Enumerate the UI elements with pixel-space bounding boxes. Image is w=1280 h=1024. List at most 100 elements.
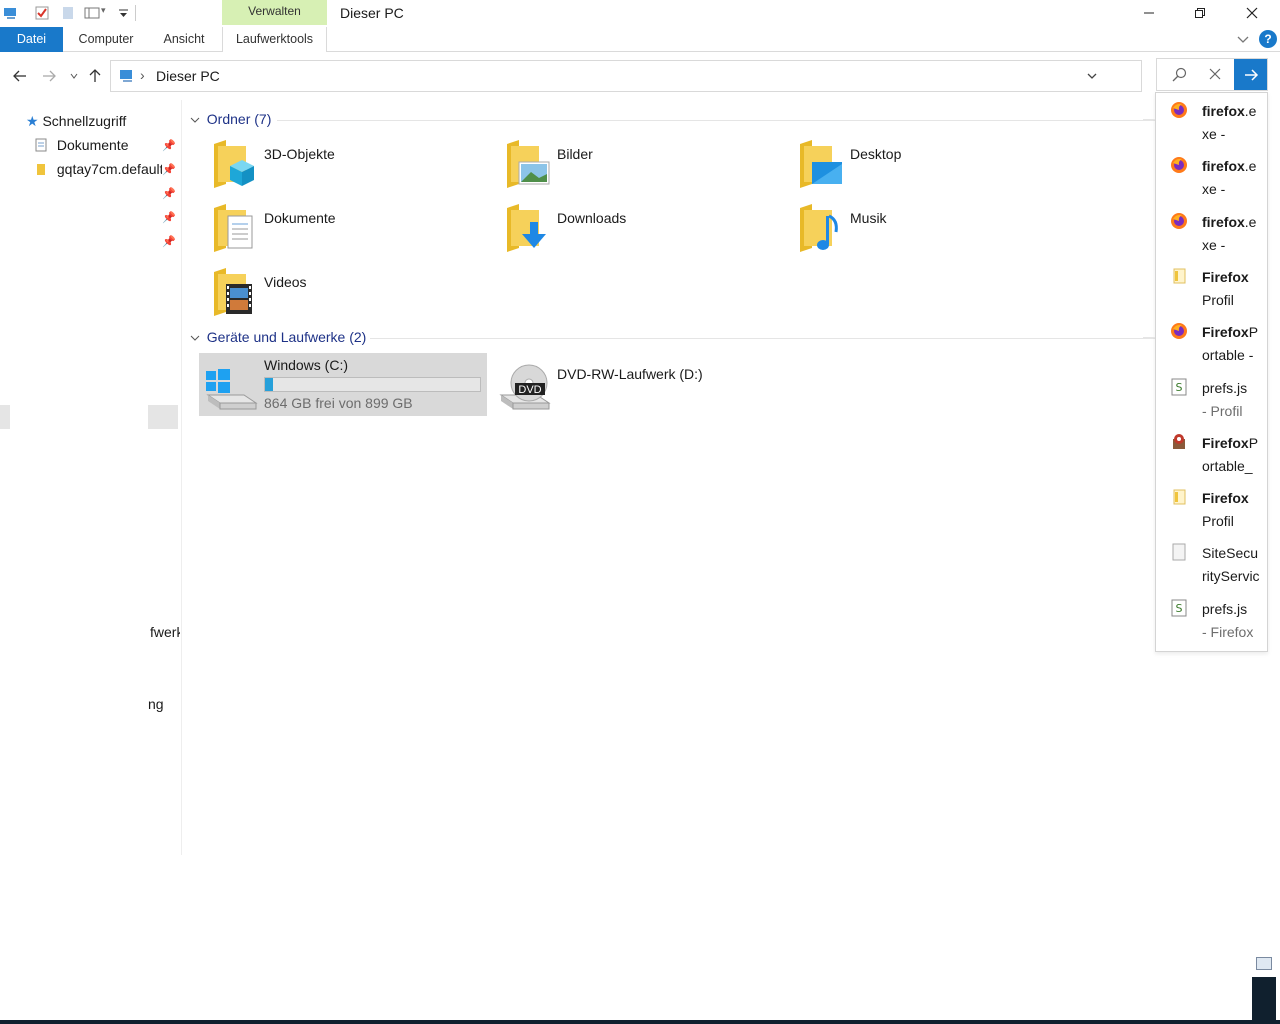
js-file-icon: S — [1170, 599, 1188, 617]
nav-item-dokumente[interactable]: Dokumente — [34, 134, 128, 156]
group-divider — [277, 120, 1157, 121]
downloads-folder-icon — [507, 204, 546, 252]
tab-ansicht[interactable]: Ansicht — [150, 27, 218, 52]
search-result-title: FirefoxP — [1202, 435, 1258, 451]
firefox-icon — [1170, 322, 1188, 340]
star-icon: ★ — [26, 113, 39, 129]
new-folder-icon[interactable] — [60, 5, 76, 21]
pictures-folder-icon — [507, 140, 550, 188]
search-result-item[interactable]: Firefox Profil — [1156, 482, 1267, 537]
search-match-highlight: Firefox — [1202, 490, 1249, 507]
dvd-drive-icon: DVD — [499, 364, 551, 410]
folders-group-header[interactable]: Ordner (7) — [190, 111, 271, 127]
drive-d[interactable]: DVD DVD-RW-Laufwerk (D:) — [492, 353, 782, 416]
drive-free-space: 864 GB frei von 899 GB — [264, 395, 413, 411]
folder-icon — [37, 164, 45, 175]
search-result-item[interactable]: FirefoxP ortable - — [1156, 316, 1267, 371]
view-dropdown-icon[interactable]: ▾ — [101, 5, 117, 21]
search-result-title-rest: .e — [1244, 103, 1257, 119]
this-pc-icon[interactable] — [2, 5, 18, 21]
minimize-button[interactable] — [1126, 0, 1172, 26]
window-title: Dieser PC — [340, 5, 404, 21]
forward-button[interactable] — [39, 66, 59, 86]
folder-3d-objekte[interactable]: 3D-Objekte — [212, 138, 502, 198]
pin-icon[interactable]: 📌 — [162, 163, 176, 176]
search-result-item[interactable]: firefox.e xe - — [1156, 206, 1267, 261]
breadcrumb-separator[interactable]: › — [140, 67, 145, 83]
nav-item-fragment[interactable]: ng — [148, 696, 178, 712]
search-result-subtitle: xe - — [1202, 126, 1226, 142]
search-result-title: SiteSecu — [1202, 545, 1258, 561]
restore-button[interactable] — [1177, 0, 1223, 26]
tab-computer[interactable]: Computer — [70, 27, 142, 52]
search-result-item[interactable]: Sprefs.js - Firefox — [1156, 593, 1267, 648]
recent-locations-icon[interactable] — [64, 66, 84, 86]
desktop-folder-icon — [800, 140, 842, 188]
help-icon[interactable]: ? — [1259, 30, 1277, 48]
search-result-subtitle: Profil — [1202, 291, 1234, 308]
pin-icon[interactable]: 📌 — [162, 139, 176, 152]
nav-item-fragment[interactable]: fwerk — [150, 624, 180, 640]
folder-label: Videos — [264, 274, 307, 290]
documents-folder-icon — [214, 204, 253, 252]
search-result-title: firefox.e — [1202, 158, 1256, 174]
nav-item-profile[interactable]: gqtay7cm.default — [34, 158, 162, 180]
breadcrumb-this-pc[interactable]: Dieser PC — [156, 68, 220, 84]
search-result-item[interactable]: Sprefs.js - Profil — [1156, 372, 1267, 427]
group-divider — [1143, 119, 1155, 120]
search-result-item[interactable]: Firefox Profil — [1156, 261, 1267, 316]
customize-qat-icon[interactable] — [116, 5, 132, 21]
clear-search-icon[interactable] — [1209, 68, 1221, 83]
search-result-item[interactable]: FirefoxP ortable_ — [1156, 427, 1267, 482]
firefox-icon — [1170, 156, 1188, 174]
search-match-highlight: Firefox — [1202, 324, 1249, 341]
pin-icon[interactable]: 📌 — [162, 211, 176, 224]
back-button[interactable] — [10, 66, 30, 86]
folder-label: Downloads — [557, 210, 627, 226]
search-result-title-rest: P — [1248, 434, 1259, 451]
search-result-item[interactable]: firefox.e xe - — [1156, 150, 1267, 205]
up-button[interactable] — [85, 66, 105, 86]
search-result-item[interactable]: SiteSecu rityServic — [1156, 537, 1267, 592]
search-result-item[interactable]: firefox.e xe - — [1156, 95, 1267, 150]
js-file-icon: S — [1170, 378, 1188, 396]
folder-videos[interactable]: Videos — [212, 266, 502, 326]
folder-label: Desktop — [850, 146, 902, 162]
videos-folder-icon — [214, 268, 252, 316]
expand-ribbon-icon[interactable] — [1236, 32, 1252, 48]
search-input[interactable] — [1156, 58, 1268, 91]
folder-downloads[interactable]: Downloads — [505, 202, 795, 262]
folder-label: 3D-Objekte — [264, 146, 335, 162]
taskbar-corner — [1252, 977, 1276, 1020]
close-button[interactable] — [1229, 0, 1275, 26]
preview-pane-icon[interactable] — [1256, 957, 1272, 970]
search-result-title: Firefox — [1202, 490, 1249, 506]
pin-icon[interactable]: 📌 — [162, 235, 176, 248]
search-go-button[interactable] — [1234, 59, 1267, 90]
address-bar[interactable]: › Dieser PC ↻ — [110, 60, 1241, 92]
properties-icon[interactable] — [34, 5, 50, 21]
main-content: Ordner (7) 3D-Objekte Bilder Desktop Dok… — [182, 100, 1157, 860]
view-icon[interactable] — [84, 5, 100, 21]
drive-label: Windows (C:) — [264, 357, 349, 373]
folder-label: Bilder — [557, 146, 593, 162]
search-match-highlight: firefox — [1202, 158, 1245, 175]
devices-group-header[interactable]: Geräte und Laufwerke (2) — [190, 329, 366, 345]
drive-c[interactable]: Windows (C:) 864 GB frei von 899 GB — [199, 353, 487, 416]
nav-quick-access[interactable]: ★ Schnellzugriff — [26, 110, 126, 132]
search-result-title-rest: SiteSecu — [1202, 545, 1259, 562]
search-result-title-rest: .e — [1244, 158, 1257, 175]
tab-datei[interactable]: Datei — [0, 27, 63, 52]
firefox-icon — [1170, 101, 1188, 119]
ribbon-tabs: Datei Computer Ansicht Laufwerktools ? — [0, 27, 1280, 52]
folder-bilder[interactable]: Bilder — [505, 138, 795, 198]
address-history-icon[interactable] — [1086, 70, 1098, 85]
tab-laufwerktools[interactable]: Laufwerktools — [222, 27, 327, 52]
folder-desktop[interactable]: Desktop — [798, 138, 1088, 198]
search-result-title: firefox.e — [1202, 214, 1256, 230]
folder-musik[interactable]: Musik — [798, 202, 1088, 262]
windows-drive-icon — [206, 369, 258, 410]
folder-dokumente[interactable]: Dokumente — [212, 202, 502, 262]
file-icon — [1170, 543, 1188, 561]
pin-icon[interactable]: 📌 — [162, 187, 176, 200]
